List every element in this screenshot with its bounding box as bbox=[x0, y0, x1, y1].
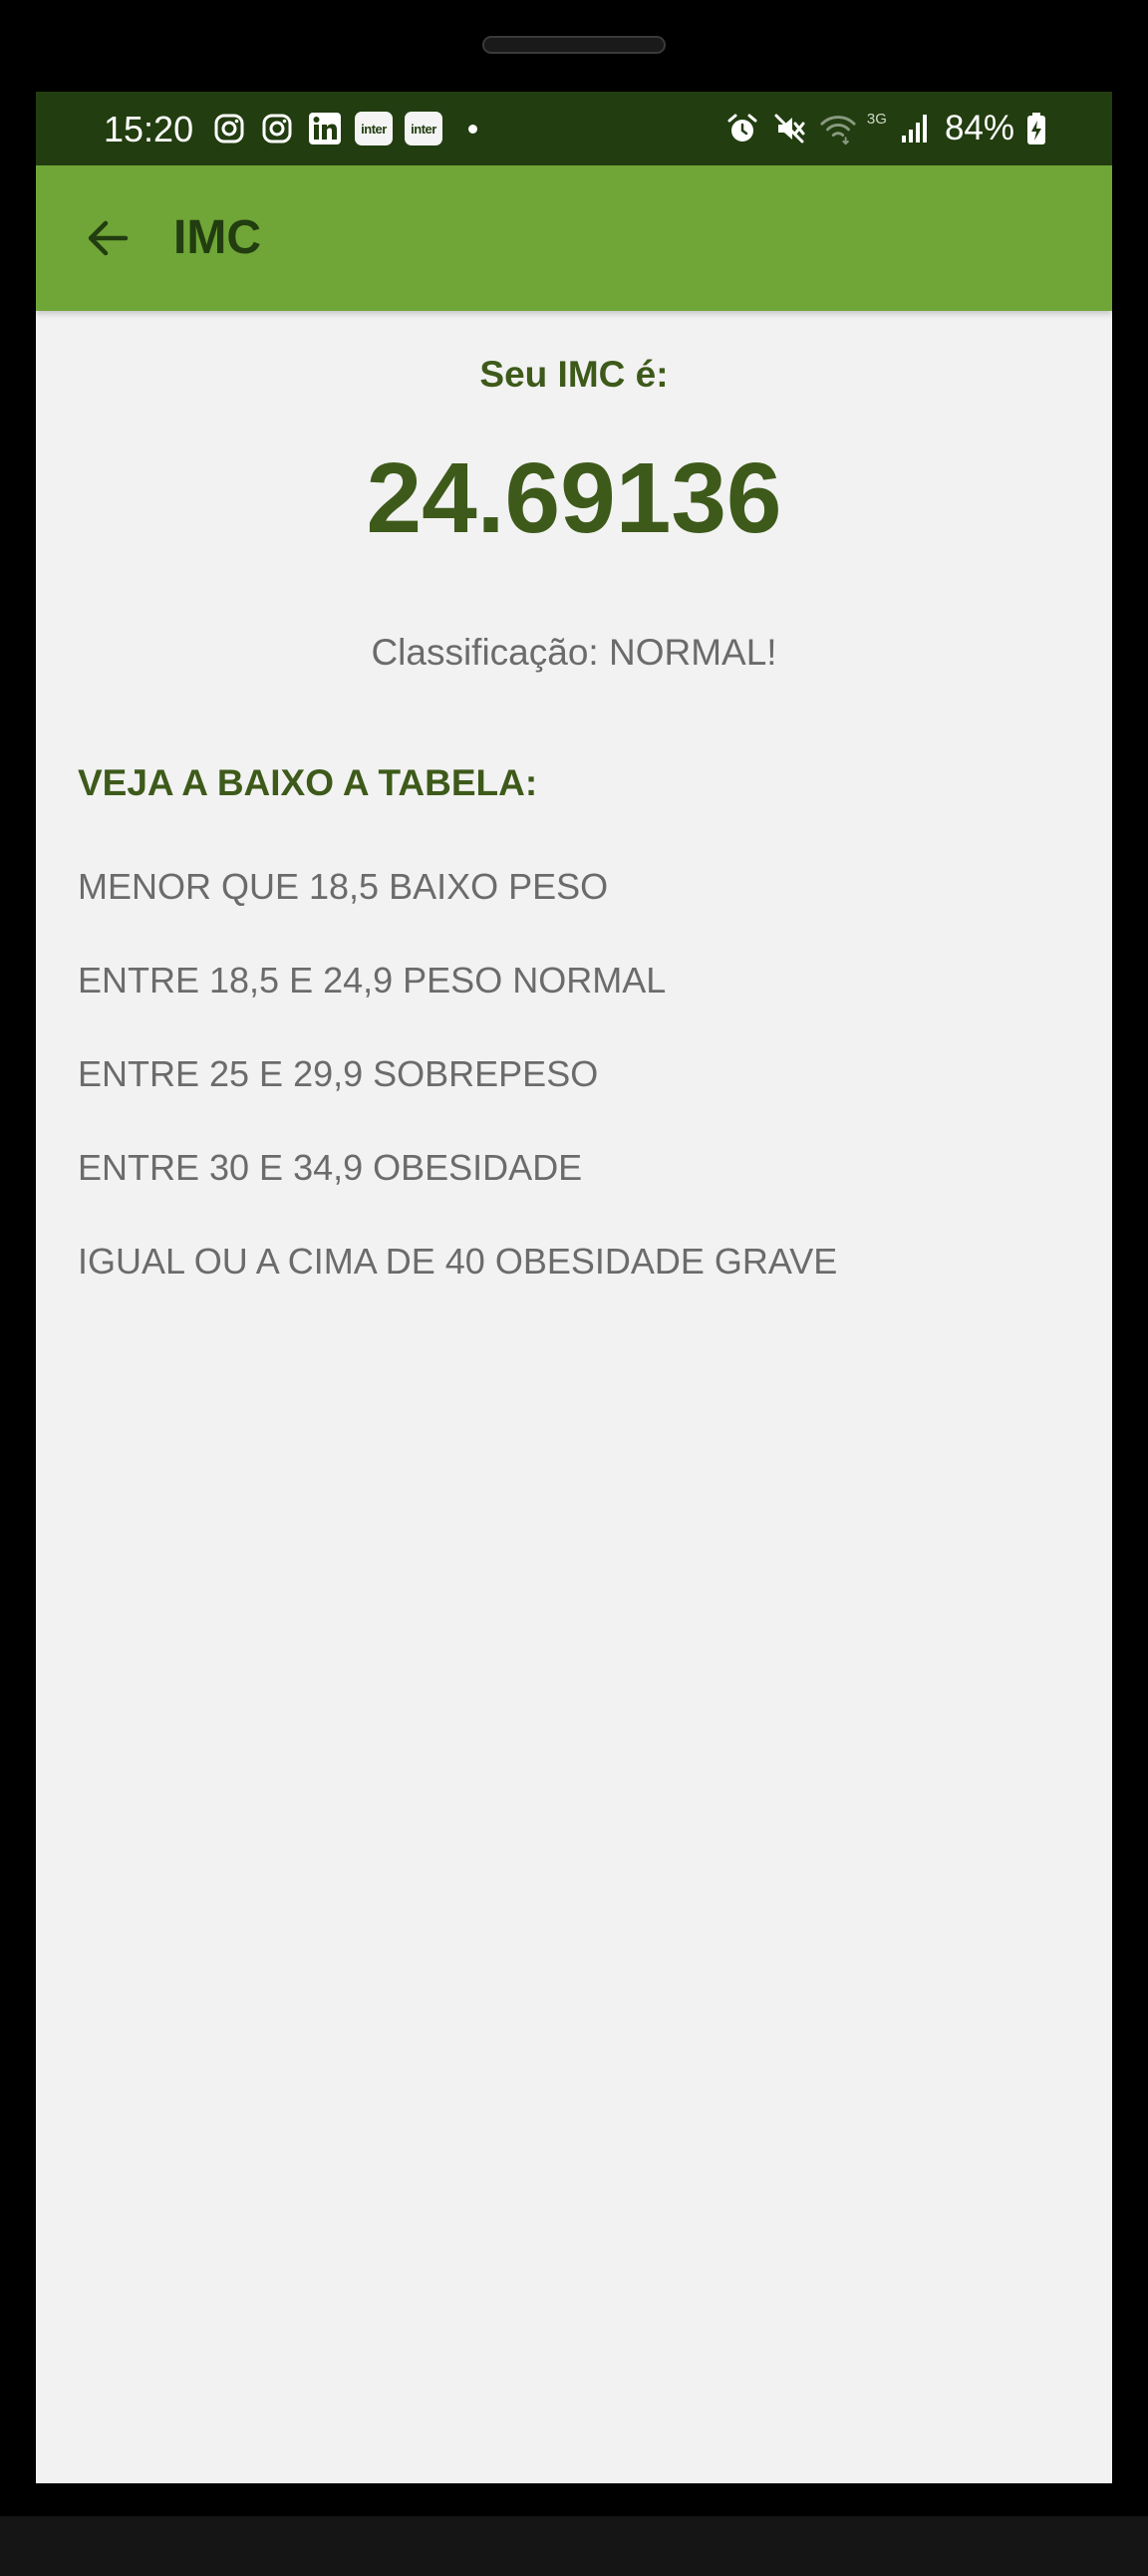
imc-value: 24.69136 bbox=[366, 442, 782, 554]
page-title: IMC bbox=[173, 211, 261, 264]
table-heading: VEJA A BAIXO A TABELA: bbox=[78, 762, 538, 803]
app-bar: IMC bbox=[36, 165, 1112, 311]
battery-charging-icon bbox=[1024, 111, 1048, 146]
phone-bottom-bezel bbox=[0, 2516, 1148, 2576]
linkedin-icon bbox=[307, 111, 343, 146]
inter-icon: inter bbox=[405, 112, 442, 145]
classification-text: Classificação: NORMAL! bbox=[371, 632, 777, 673]
battery-percentage: 84% bbox=[944, 109, 1014, 147]
result-label: Seu IMC é: bbox=[479, 354, 669, 395]
inter-icon: inter bbox=[355, 112, 393, 145]
list-item: ENTRE 25 E 29,9 SOBREPESO bbox=[78, 1053, 599, 1094]
status-time: 15:20 bbox=[104, 109, 194, 149]
list-item: ENTRE 30 E 34,9 OBESIDADE bbox=[78, 1147, 583, 1188]
list-item: ENTRE 18,5 E 24,9 PESO NORMAL bbox=[78, 960, 667, 1001]
signal-icon bbox=[897, 111, 935, 146]
instagram-icon bbox=[211, 111, 247, 146]
back-button[interactable] bbox=[76, 206, 140, 270]
arrow-left-icon bbox=[88, 220, 129, 256]
instagram-icon bbox=[259, 111, 295, 146]
mute-icon bbox=[771, 111, 809, 146]
phone-frame: 15:20 inter inter 3G 84% IMC Seu IMC é: … bbox=[0, 0, 1148, 2576]
system-icons: 3G 84% bbox=[723, 111, 1048, 146]
notification-icons: inter inter bbox=[211, 111, 477, 146]
list-item: IGUAL OU A CIMA DE 40 OBESIDADE GRAVE bbox=[78, 1241, 838, 1282]
wifi-icon bbox=[819, 111, 857, 146]
network-type-label: 3G bbox=[866, 110, 887, 128]
speaker-grille bbox=[482, 36, 666, 54]
notification-dot-icon bbox=[468, 124, 477, 134]
imc-table-list: MENOR QUE 18,5 BAIXO PESO ENTRE 18,5 E 2… bbox=[78, 865, 837, 1333]
list-item: MENOR QUE 18,5 BAIXO PESO bbox=[78, 866, 609, 907]
alarm-icon bbox=[723, 111, 761, 146]
screen: 15:20 inter inter 3G 84% IMC Seu IMC é: … bbox=[36, 92, 1112, 2483]
status-bar: 15:20 inter inter 3G 84% bbox=[36, 92, 1112, 165]
